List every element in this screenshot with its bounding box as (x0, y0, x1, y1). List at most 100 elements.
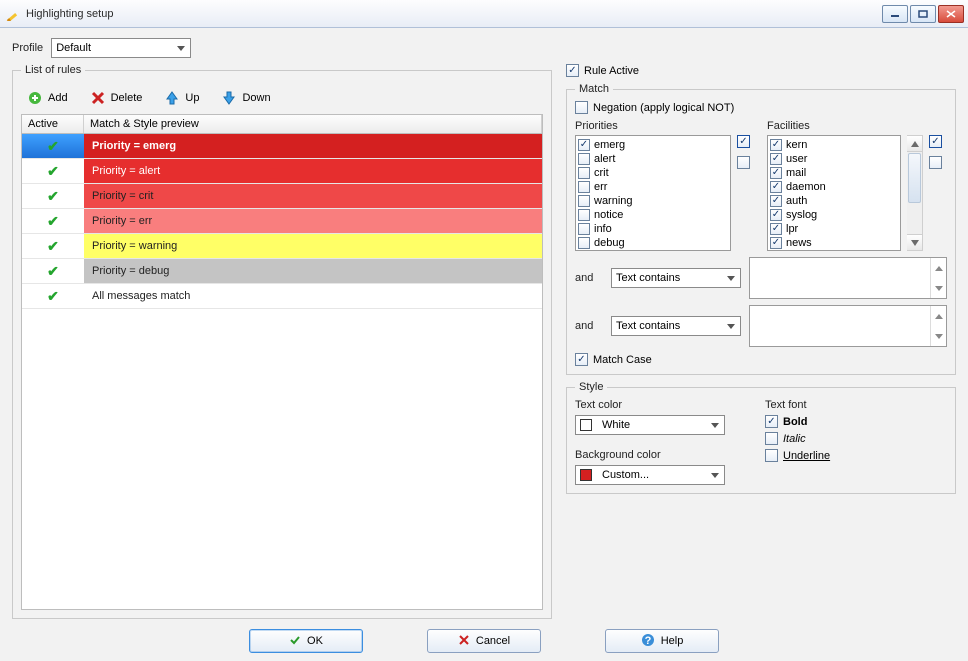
rules-legend: List of rules (21, 64, 85, 76)
deselect-all-priorities[interactable] (737, 156, 750, 169)
close-button[interactable] (938, 5, 964, 23)
table-row[interactable]: ✔All messages match (22, 284, 542, 309)
list-item[interactable]: user (770, 152, 900, 166)
negation-check[interactable]: Negation (apply logical NOT) (575, 101, 947, 114)
profile-combo[interactable]: Default (51, 38, 191, 58)
active-cell[interactable]: ✔ (22, 259, 84, 283)
list-item-label: err (594, 181, 607, 193)
table-row[interactable]: ✔Priority = crit (22, 184, 542, 209)
checkbox-icon (578, 167, 590, 179)
underline-check[interactable]: Underline (765, 449, 830, 462)
text-mode-combo-2[interactable]: Text contains (611, 316, 741, 336)
list-item[interactable]: info (578, 222, 728, 236)
delete-button[interactable]: Delete (90, 90, 143, 106)
bg-color-swatch (580, 469, 592, 481)
ok-button[interactable]: OK (249, 629, 363, 653)
list-item[interactable]: notice (578, 208, 728, 222)
list-item[interactable]: debug (578, 236, 728, 250)
spin-up-icon[interactable] (930, 306, 946, 326)
select-all-facilities[interactable] (929, 135, 942, 148)
match-case-label: Match Case (593, 354, 652, 366)
list-item-label: debug (594, 237, 625, 249)
text-color-combo[interactable]: White (575, 415, 725, 435)
facilities-scrollbar[interactable] (907, 135, 923, 251)
italic-check[interactable]: Italic (765, 432, 830, 445)
list-item[interactable]: news (770, 236, 900, 250)
active-cell[interactable]: ✔ (22, 284, 84, 308)
spin-down-icon[interactable] (930, 278, 946, 298)
active-cell[interactable]: ✔ (22, 234, 84, 258)
facilities-listbox[interactable]: kernuser mail daemonauthsysloglprnewsuucp (767, 135, 901, 251)
list-item-label: mail (786, 167, 806, 179)
list-item[interactable]: kern (770, 138, 900, 152)
list-item[interactable]: syslog (770, 208, 900, 222)
add-button[interactable]: Add (27, 90, 68, 106)
checkbox-icon (575, 101, 588, 114)
help-button[interactable]: ?Help (605, 629, 719, 653)
list-item[interactable]: daemon (770, 180, 900, 194)
delete-label: Delete (111, 92, 143, 104)
checkbox-icon (770, 167, 782, 179)
col-active[interactable]: Active (22, 115, 84, 133)
profile-value: Default (56, 42, 91, 54)
maximize-button[interactable] (910, 5, 936, 23)
checkbox-icon (770, 153, 782, 165)
rules-fieldset: List of rules Add Delete Up Down Active … (12, 64, 552, 619)
add-icon (27, 90, 43, 106)
checkmark-icon: ✔ (47, 263, 59, 280)
active-cell[interactable]: ✔ (22, 209, 84, 233)
up-button[interactable]: Up (164, 90, 199, 106)
list-item[interactable]: alert (578, 152, 728, 166)
negation-label: Negation (apply logical NOT) (593, 102, 734, 114)
list-item[interactable]: crit (578, 166, 728, 180)
checkbox-icon (578, 195, 590, 207)
match-case-check[interactable]: Match Case (575, 353, 947, 366)
text-mode-combo-1[interactable]: Text contains (611, 268, 741, 288)
bg-color-combo[interactable]: Custom... (575, 465, 725, 485)
list-item[interactable]: lpr (770, 222, 900, 236)
list-item[interactable]: uucp (770, 250, 900, 251)
select-all-priorities[interactable] (737, 135, 750, 148)
checkbox-icon (578, 153, 590, 165)
preview-cell: All messages match (84, 284, 542, 308)
table-row[interactable]: ✔Priority = err (22, 209, 542, 234)
table-row[interactable]: ✔Priority = debug (22, 259, 542, 284)
font-label: Text font (765, 399, 830, 411)
list-item-label: emerg (594, 139, 625, 151)
priorities-label: Priorities (575, 120, 755, 132)
table-row[interactable]: ✔Priority = warning (22, 234, 542, 259)
preview-cell: Priority = err (84, 209, 542, 233)
list-item[interactable]: mail (770, 166, 900, 180)
active-cell[interactable]: ✔ (22, 134, 84, 158)
spin-up-icon[interactable] (930, 258, 946, 278)
preview-cell: Priority = warning (84, 234, 542, 258)
scroll-down-icon[interactable] (907, 234, 922, 250)
titlebar: Highlighting setup (0, 0, 968, 28)
priorities-listbox[interactable]: emergalertcriterrwarningnoticeinfodebug (575, 135, 731, 251)
list-item[interactable]: err (578, 180, 728, 194)
active-cell[interactable]: ✔ (22, 184, 84, 208)
underline-label: Underline (783, 450, 830, 462)
minimize-button[interactable] (882, 5, 908, 23)
text-input-1[interactable] (749, 257, 947, 299)
list-item[interactable]: emerg (578, 138, 728, 152)
spin-down-icon[interactable] (930, 326, 946, 346)
col-preview[interactable]: Match & Style preview (84, 115, 542, 133)
list-item[interactable]: warning (578, 194, 728, 208)
active-cell[interactable]: ✔ (22, 159, 84, 183)
table-row[interactable]: ✔Priority = alert (22, 159, 542, 184)
table-row[interactable]: ✔Priority = emerg (22, 134, 542, 159)
text-input-2[interactable] (749, 305, 947, 347)
cancel-button[interactable]: Cancel (427, 629, 541, 653)
italic-label: Italic (783, 433, 806, 445)
list-item[interactable]: auth (770, 194, 900, 208)
list-item-label: user (786, 153, 807, 165)
bold-check[interactable]: Bold (765, 415, 830, 428)
down-button[interactable]: Down (221, 90, 270, 106)
list-item-label: daemon (786, 181, 826, 193)
down-label: Down (242, 92, 270, 104)
rule-active-check[interactable]: Rule Active (566, 64, 956, 77)
scroll-up-icon[interactable] (907, 136, 922, 152)
deselect-all-facilities[interactable] (929, 156, 942, 169)
scroll-thumb[interactable] (908, 153, 921, 203)
